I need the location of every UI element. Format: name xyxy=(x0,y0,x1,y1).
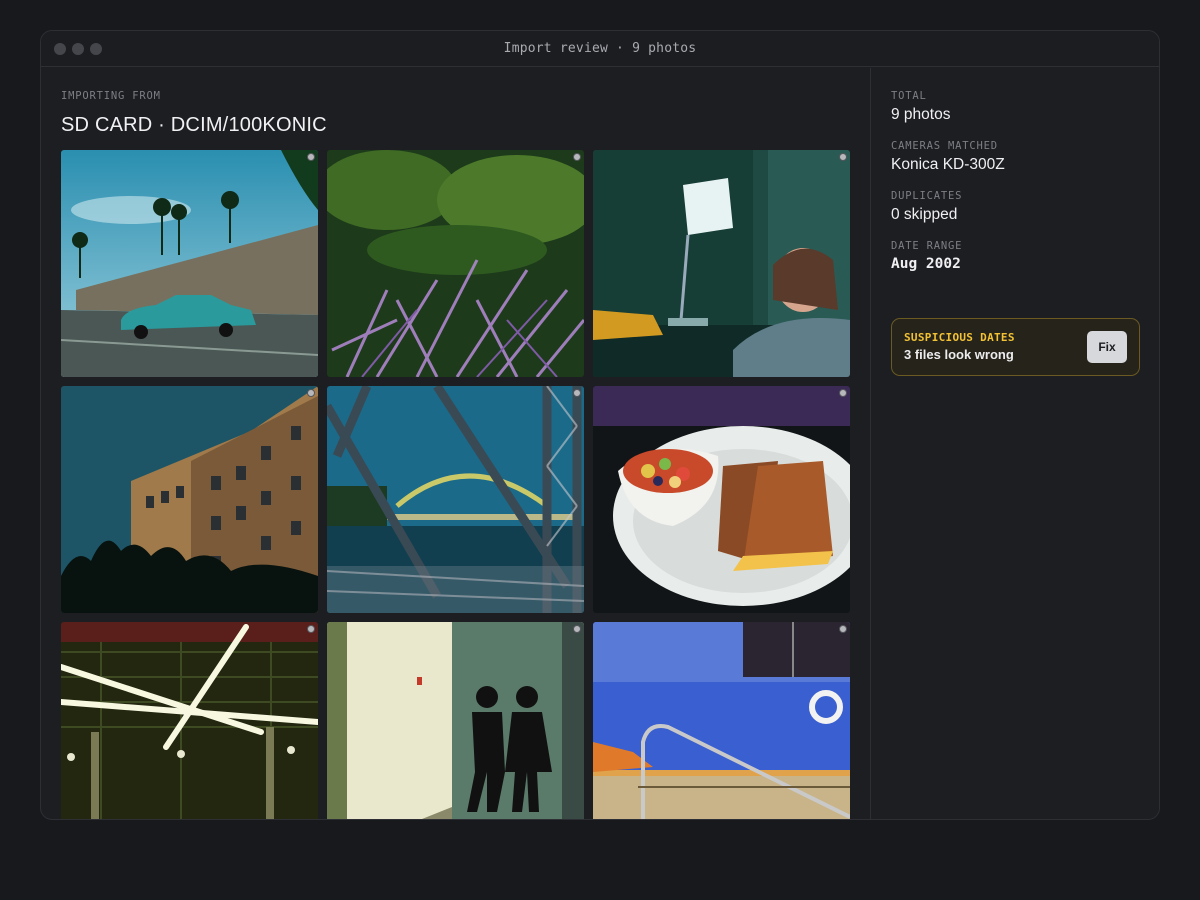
photo-thumbnail[interactable] xyxy=(327,386,584,613)
total-value: 9 photos xyxy=(891,106,951,123)
import-summary-sidebar: TOTAL 9 photos CAMERAS MATCHED Konica KD… xyxy=(870,68,1159,819)
photo-thumbnail[interactable] xyxy=(327,622,584,819)
photo-lamp-child xyxy=(593,150,850,377)
fix-button[interactable]: Fix xyxy=(1087,331,1127,363)
title-bar: Import review · 9 photos xyxy=(41,31,1159,67)
window-title: Import review · 9 photos xyxy=(503,41,697,56)
photo-indoor-pool xyxy=(593,622,850,819)
selection-indicator[interactable] xyxy=(839,389,847,397)
source-title: SD CARD · DCIM/100KONIC xyxy=(61,114,327,136)
photo-fruit-sandwich xyxy=(593,386,850,613)
photo-purple-grass xyxy=(327,150,584,377)
selection-indicator[interactable] xyxy=(839,625,847,633)
duplicates-label: DUPLICATES xyxy=(891,190,963,202)
selection-indicator[interactable] xyxy=(573,389,581,397)
cameras-value: Konica KD-300Z xyxy=(891,156,1005,173)
selection-indicator[interactable] xyxy=(573,625,581,633)
photo-apartment-building xyxy=(61,386,318,613)
photo-car-highway xyxy=(61,150,318,377)
total-stat: TOTAL 9 photos xyxy=(891,90,950,124)
suspicious-dates-alert: SUSPICIOUS DATES 3 files look wrong Fix xyxy=(891,318,1140,376)
date-range-value: Aug 2002 xyxy=(891,256,961,272)
selection-indicator[interactable] xyxy=(307,625,315,633)
selection-indicator[interactable] xyxy=(307,153,315,161)
photo-grid xyxy=(61,150,850,819)
photo-ceiling-lights xyxy=(61,622,318,819)
photo-thumbnail[interactable] xyxy=(327,150,584,377)
photo-truss-bridge xyxy=(327,386,584,613)
alert-message: 3 files look wrong xyxy=(904,347,1014,362)
cameras-stat: CAMERAS MATCHED Konica KD-300Z xyxy=(891,140,1005,174)
duplicates-value: 0 skipped xyxy=(891,206,958,223)
date-range-stat: DATE RANGE Aug 2002 xyxy=(891,240,962,272)
selection-indicator[interactable] xyxy=(839,153,847,161)
date-range-label: DATE RANGE xyxy=(891,240,963,252)
cameras-label: CAMERAS MATCHED xyxy=(891,140,998,152)
photo-restroom-sign xyxy=(327,622,584,819)
photo-thumbnail[interactable] xyxy=(593,386,850,613)
total-label: TOTAL xyxy=(891,90,927,102)
selection-indicator[interactable] xyxy=(307,389,315,397)
photo-thumbnail[interactable] xyxy=(593,622,850,819)
duplicates-stat: DUPLICATES 0 skipped xyxy=(891,190,962,224)
photo-review-panel: IMPORTING FROM SD CARD · DCIM/100KONIC xyxy=(41,68,870,819)
photo-thumbnail[interactable] xyxy=(61,386,318,613)
photo-thumbnail[interactable] xyxy=(61,622,318,819)
photo-thumbnail[interactable] xyxy=(593,150,850,377)
import-window: Import review · 9 photos IMPORTING FROM … xyxy=(40,30,1160,820)
selection-indicator[interactable] xyxy=(573,153,581,161)
photo-thumbnail[interactable] xyxy=(61,150,318,377)
alert-title: SUSPICIOUS DATES xyxy=(904,331,1015,344)
source-label: IMPORTING FROM xyxy=(61,90,161,102)
